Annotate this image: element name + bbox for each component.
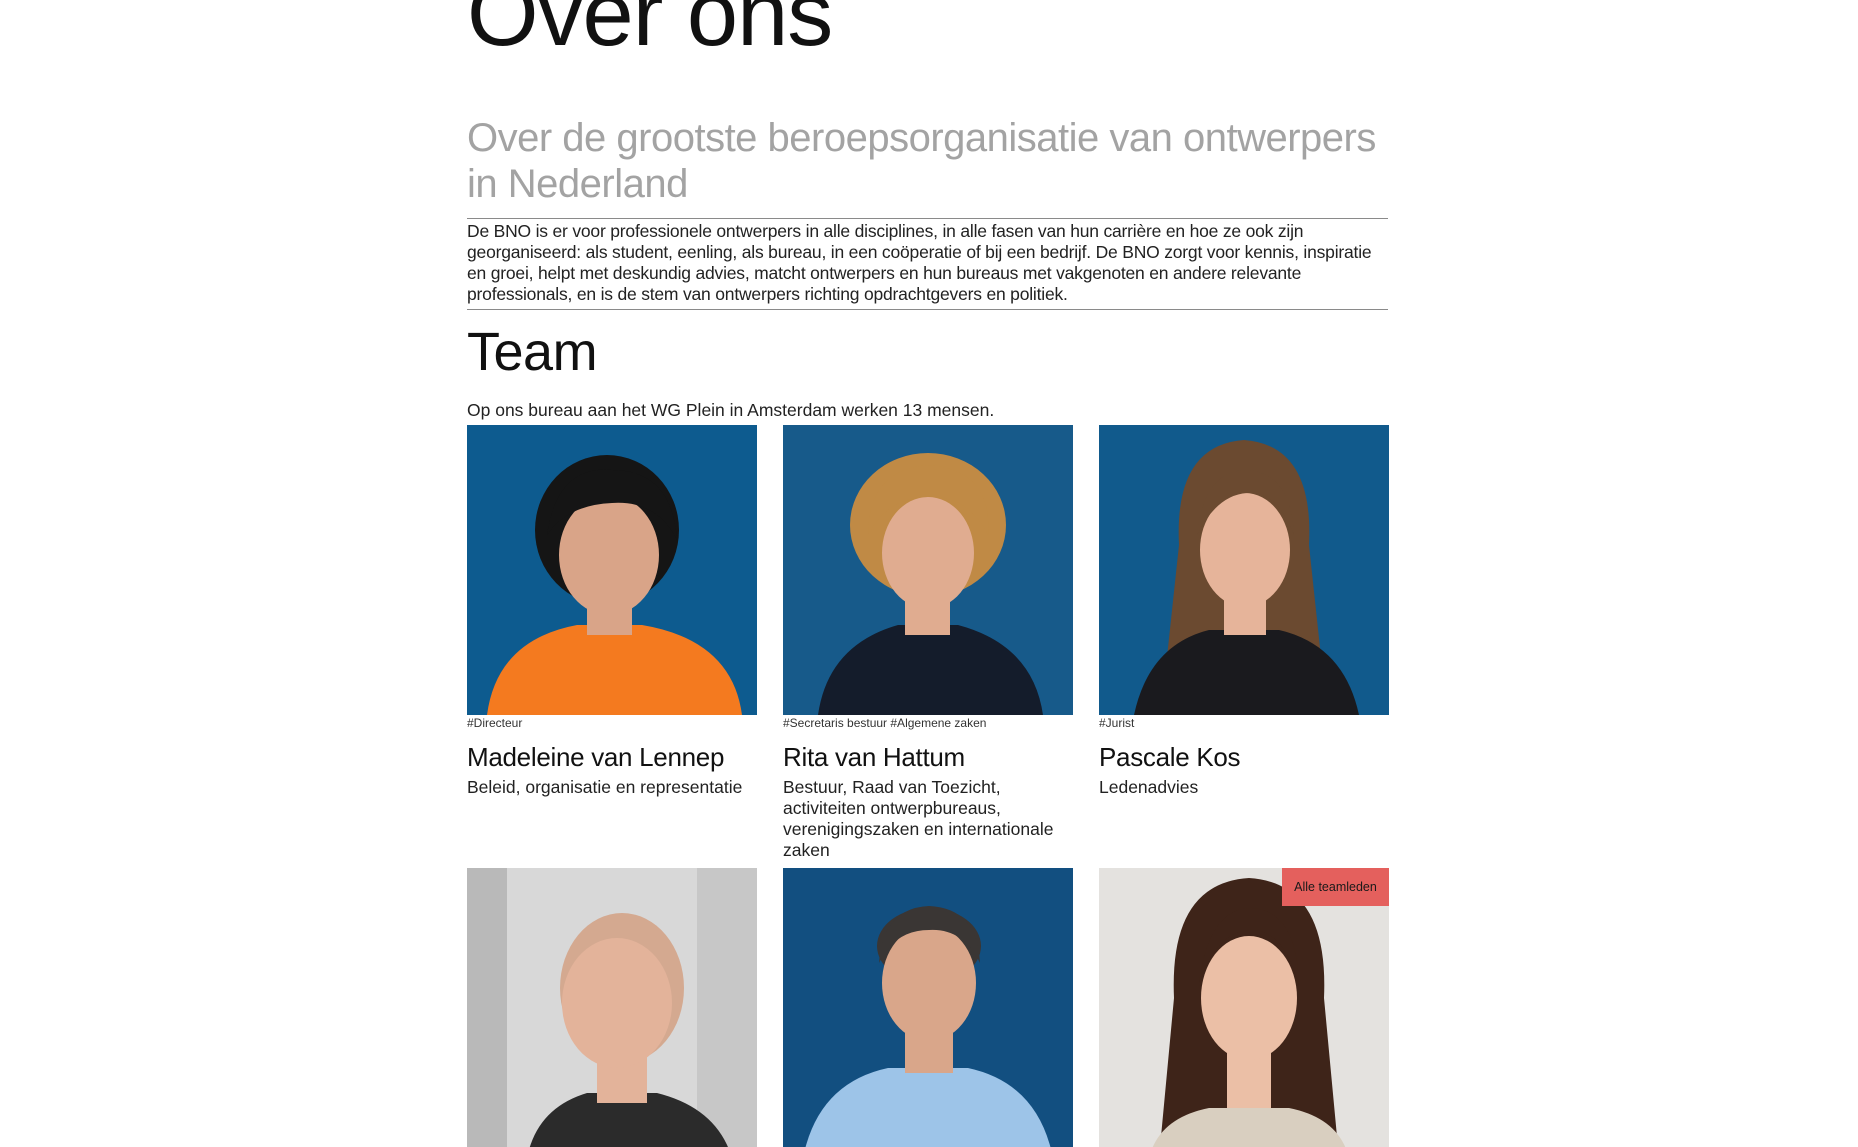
team-member-photo[interactable]	[467, 868, 757, 1147]
team-member-photo[interactable]	[783, 425, 1073, 715]
portrait-image	[1099, 425, 1389, 715]
team-member-photo[interactable]	[1099, 425, 1389, 715]
team-member-tags: #Directeur	[467, 716, 523, 730]
team-intro: Op ons bureau aan het WG Plein in Amster…	[467, 400, 995, 420]
portrait-image	[467, 868, 757, 1147]
team-member-photo[interactable]: Alle teamleden	[1099, 868, 1389, 1147]
portrait-image	[1099, 868, 1389, 1147]
page-subtitle: Over de grootste beroepsorganisatie van …	[467, 116, 1376, 206]
team-heading: Team	[467, 322, 598, 382]
team-member-role: Beleid, organisatie en representatie	[467, 777, 743, 797]
page-title: Over ons	[467, 0, 833, 65]
team-member-tags: #Jurist	[1099, 716, 1135, 730]
team-member-tags: #Secretaris bestuur #Algemene zaken	[783, 716, 987, 730]
portrait-image	[783, 425, 1073, 715]
team-member-card[interactable]	[467, 868, 757, 1147]
team-member-role: Bestuur, Raad van Toezicht, activiteiten…	[783, 777, 1054, 860]
intro-text: De BNO is er voor professionele ontwerpe…	[467, 221, 1372, 304]
intro-block: De BNO is er voor professionele ontwerpe…	[467, 218, 1388, 310]
team-member-card[interactable]: #Directeur Madeleine van Lennep Beleid, …	[467, 425, 757, 798]
team-member-name[interactable]: Pascale Kos	[1099, 742, 1389, 772]
page: Over ons Over de grootste beroepsorganis…	[0, 0, 1858, 1147]
team-member-card[interactable]: #Secretaris bestuur #Algemene zaken Rita…	[783, 425, 1073, 861]
team-member-photo[interactable]	[467, 425, 757, 715]
team-member-name[interactable]: Madeleine van Lennep	[467, 742, 757, 772]
team-member-role: Ledenadvies	[1099, 777, 1199, 797]
team-member-name[interactable]: Rita van Hattum	[783, 742, 1073, 772]
team-member-card[interactable]	[783, 868, 1073, 1147]
team-member-card[interactable]: #Jurist Pascale Kos Ledenadvies	[1099, 425, 1389, 798]
all-team-members-button[interactable]: Alle teamleden	[1282, 868, 1389, 906]
team-member-card[interactable]: Alle teamleden	[1099, 868, 1389, 1147]
portrait-image	[467, 425, 757, 715]
team-member-photo[interactable]	[783, 868, 1073, 1147]
portrait-image	[783, 868, 1073, 1147]
